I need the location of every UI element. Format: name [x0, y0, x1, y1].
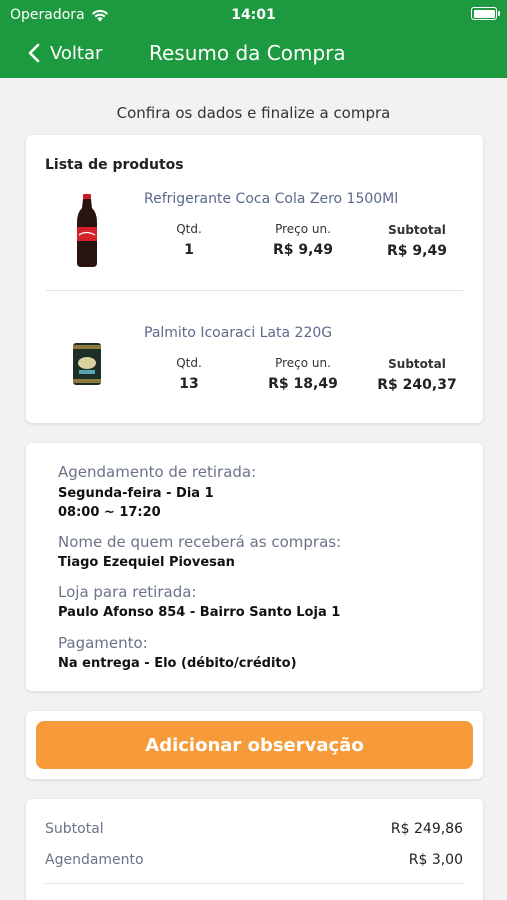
- unit-price-value: R$ 18,49: [268, 376, 338, 392]
- page-subtitle: Confira os dados e finalize a compra: [116, 104, 391, 122]
- scheduling-row: Agendamento R$ 3,00: [45, 852, 463, 868]
- page-title: Resumo da Compra: [149, 41, 346, 65]
- subtotal-header: Subtotal: [388, 223, 446, 237]
- unit-price-header: Preço un.: [275, 356, 331, 370]
- subtotal-value: R$ 9,49: [387, 243, 447, 259]
- back-label: Voltar: [50, 42, 103, 64]
- unit-price-header: Preço un.: [275, 222, 331, 236]
- payment-label: Pagamento:: [58, 634, 148, 652]
- subtotal-column: Subtotal R$ 240,37: [372, 357, 462, 393]
- totals-divider: [45, 883, 463, 884]
- qty-value: 13: [179, 376, 199, 392]
- nav-bar: Voltar Resumo da Compra: [0, 32, 507, 74]
- qty-value: 1: [184, 242, 194, 258]
- back-button[interactable]: Voltar: [28, 43, 102, 64]
- product-item[interactable]: Palmito Icoaraci Lata 220G Qtd. 13 Preço…: [26, 319, 483, 429]
- app-header: Operadora 14:01 Voltar Resumo da Compra: [0, 0, 507, 78]
- products-title: Lista de produtos: [45, 157, 184, 173]
- subtotal-label: Subtotal: [45, 821, 104, 837]
- store-label: Loja para retirada:: [58, 583, 197, 601]
- status-bar: Operadora 14:01: [10, 5, 500, 25]
- subtotal-column: Subtotal R$ 9,49: [372, 223, 462, 259]
- qty-column: Qtd. 13: [144, 356, 234, 392]
- scheduling-label: Agendamento: [45, 852, 144, 868]
- payment-value: Na entrega - Elo (débito/crédito): [58, 656, 297, 671]
- schedule-time: 08:00 ~ 17:20: [58, 505, 161, 520]
- subtotal-header: Subtotal: [388, 357, 446, 371]
- qty-header: Qtd.: [176, 356, 202, 370]
- schedule-day: Segunda-feira - Dia 1: [58, 486, 214, 501]
- qty-column: Qtd. 1: [144, 222, 234, 258]
- unit-price-column: Preço un. R$ 18,49: [258, 356, 348, 392]
- subtotal-amount: R$ 249,86: [390, 821, 463, 837]
- subtotal-row: Subtotal R$ 249,86: [45, 821, 463, 837]
- product-item[interactable]: Refrigerante Coca Cola Zero 1500Ml Qtd. …: [26, 185, 483, 295]
- product-name: Refrigerante Coca Cola Zero 1500Ml: [144, 191, 399, 207]
- order-details-card: Agendamento de retirada: Segunda-feira -…: [26, 443, 483, 691]
- product-image-coca-cola: [48, 191, 126, 269]
- scheduling-amount: R$ 3,00: [408, 852, 463, 868]
- chevron-left-icon: [28, 43, 40, 63]
- qty-header: Qtd.: [176, 222, 202, 236]
- products-card: Lista de produtos Refrigerante Coca Cola…: [26, 135, 483, 423]
- status-time: 14:01: [231, 7, 276, 23]
- product-image-palmito: [48, 325, 126, 403]
- receiver-label: Nome de quem receberá as compras:: [58, 533, 342, 551]
- store-value: Paulo Afonso 854 - Bairro Santo Loja 1: [58, 605, 341, 620]
- unit-price-value: R$ 9,49: [273, 242, 333, 258]
- product-name: Palmito Icoaraci Lata 220G: [144, 325, 333, 341]
- product-divider: [46, 290, 463, 291]
- observation-card: Adicionar observação: [26, 711, 483, 779]
- add-observation-button[interactable]: Adicionar observação: [36, 721, 473, 769]
- schedule-label: Agendamento de retirada:: [58, 463, 257, 481]
- subtotal-value: R$ 240,37: [377, 377, 457, 393]
- totals-card: Subtotal R$ 249,86 Agendamento R$ 3,00: [26, 799, 483, 900]
- battery-icon: [471, 7, 500, 20]
- unit-price-column: Preço un. R$ 9,49: [258, 222, 348, 258]
- receiver-value: Tiago Ezequiel Piovesan: [58, 555, 235, 570]
